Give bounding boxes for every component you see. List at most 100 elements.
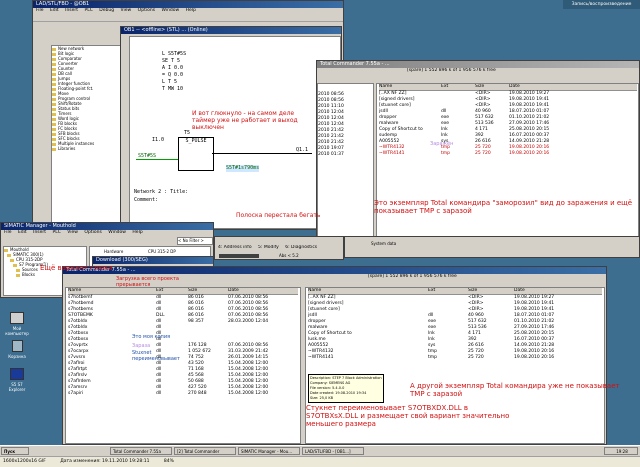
menu-file[interactable]: File [4, 230, 12, 235]
annotation-malware: Зараза [132, 343, 151, 349]
menu-insert[interactable]: Insert [65, 8, 78, 13]
menu-edit[interactable]: Edit [18, 230, 27, 235]
rung-line [212, 153, 312, 154]
tc-top-file-table: Name Ext Size Date [..AX NF ZZ] <DIR> 19.0… [379, 84, 637, 157]
hw-config-strip: 4: Address info 5: Modify 6: Diagnostics… [214, 236, 344, 260]
contact-label: I1.0 [152, 137, 165, 143]
tc-bottom-right-table: Name Ext Size Date [308, 288, 602, 295]
cell-name: ~WTR4141 [308, 355, 334, 360]
menu-plc[interactable]: PLC [84, 8, 92, 13]
clock: 19:28 [604, 447, 638, 455]
status-date: Дата изменения: 19.11.2010 19:28:11 [60, 459, 150, 464]
col-date[interactable]: Date [509, 84, 520, 90]
network-label: Network 2 : Title: [134, 189, 189, 195]
col-date[interactable]: Date [228, 288, 239, 294]
tab-diagnostics[interactable]: 6: Diagnostics [285, 245, 317, 250]
menu-options[interactable]: Options [138, 8, 155, 13]
task-button[interactable]: LAD/STL/FBD - [OB1...] [302, 447, 364, 455]
annotation-renames: Stuxnet переименовывает [132, 350, 180, 362]
menu-plc[interactable]: PLC [52, 230, 60, 235]
comment-label: Comment: [134, 197, 159, 203]
image-viewer-status-bar: 1600x1200x16 GIF Дата изменения: 19.11.2… [0, 456, 640, 467]
s7-icon [10, 368, 24, 380]
menu-view[interactable]: View [121, 8, 132, 13]
task-button[interactable]: SIMATIC Manager - Mou... [238, 447, 300, 455]
tc-top-right-panel: Name Ext Size Date [..AX NF ZZ] <DIR> 19.0… [376, 83, 639, 249]
top-right-label: Запись/воспроизведение [563, 0, 640, 9]
col-ext[interactable]: Ext [441, 84, 448, 90]
total-commander-top: Total Commander 7.55a - ... [spare] 1 55… [316, 60, 640, 250]
lad-stl-titlebar: LAD/STL/FBD - @OB1 [33, 1, 343, 8]
list-item[interactable]: 2010 01:37 [318, 152, 344, 158]
file-tooltip: Description: STEP 7 Block Administration… [308, 374, 384, 403]
desktop-icon-recycle[interactable]: Корзина [3, 340, 31, 366]
menu-edit[interactable]: Edit [50, 8, 59, 13]
menu-view[interactable]: View [67, 230, 78, 235]
table-row[interactable]: s7apiri dll 270 848 15.04.2008 12:00 [68, 391, 298, 397]
stl-code: L S5T#5S SE T 5 A I 0.0 = Q 0.0 L T 5 T … [162, 51, 186, 93]
tc-bottom-left-table: Name Ext Size Date [68, 288, 298, 295]
cell-date: 19.08.2010 20:16 [514, 355, 555, 360]
menu-window[interactable]: Window [161, 8, 179, 13]
stl-editor-titlebar: OB1 -- <offline> (STL) ... (Online) [121, 27, 341, 34]
hw-item[interactable]: CPU 315-2 DP [148, 249, 176, 254]
tc-bottom-right-rows: [..AX NF ZZ] <DIR> 19.08.2010 19:27 [signed… [308, 295, 602, 361]
tree-item[interactable]: Libraries [52, 146, 122, 151]
menu-options[interactable]: Options [84, 230, 101, 235]
menu-help[interactable]: Help [132, 230, 142, 235]
tc-bottom-left-panel: Name Ext Size Date s7hotbemf dll 86 016 07.… [65, 287, 301, 444]
tc-top-drive-info: [spare] 1 552 896 k of 1 956 576 k free [407, 68, 496, 73]
tc-top-titlebar: Total Commander 7.55a - ... [317, 61, 639, 68]
tc-bottom-left-rows: s7hotbemf dll 86 016 07.06.2010 08:56 s7hotb… [68, 295, 298, 397]
table-row[interactable]: ~WTR4141 tmp 25 720 19.08.2010 20:16 [379, 151, 637, 157]
menu-insert[interactable]: Insert [33, 230, 46, 235]
cell-date: 15.04.2008 12:00 [228, 391, 269, 396]
computer-icon [10, 312, 24, 324]
cell-size: 270 848 [188, 391, 207, 396]
annotation-my-copy: Это моя копия [132, 334, 171, 340]
rung-line [136, 159, 178, 160]
menu-file[interactable]: File [36, 8, 44, 13]
annotation-glitch: И вот глюкнуло - на самом деле таймер уж… [192, 110, 298, 131]
lad-stl-toolbar [33, 14, 343, 22]
desktop-icons: Мой компьютер Корзина S5 S7 Explorer [3, 310, 31, 394]
annotation-glitch-variant: Ещё вариант глюка [40, 264, 113, 272]
cell-ext: dll [156, 391, 162, 396]
table-row[interactable]: ~WTR4141 tmp 25 720 19.08.2010 20:16 [308, 355, 602, 361]
col-size[interactable]: Size [188, 288, 197, 294]
annotation-progress-stopped: Полоска перестала бегать [236, 212, 321, 219]
cell-ext: tmp [428, 355, 438, 360]
annotation-stuxnet-rename: Стукнет переименовывает S7OTBXDX.DLL в S… [306, 404, 510, 428]
system-data-label[interactable]: System data [371, 241, 396, 246]
col-name[interactable]: Name [68, 288, 81, 294]
stl-line: T MW 10 [162, 86, 184, 92]
timer-label: T5 [184, 130, 191, 136]
stl-line: SE T 5 [162, 58, 181, 64]
col-size[interactable]: Size [475, 84, 484, 90]
menu-window[interactable]: Window [108, 230, 126, 235]
col-name[interactable]: Name [308, 288, 321, 294]
hw-item[interactable]: Hardware [104, 249, 123, 254]
desktop-icon-computer[interactable]: Мой компьютер [3, 312, 31, 338]
task-button[interactable]: [2] Total Commander [174, 447, 236, 455]
desktop-icon-s7[interactable]: S5 S7 Explorer [3, 368, 31, 394]
menu-help[interactable]: Help [186, 8, 196, 13]
annotation-other-tc: А другой экземпляр Total командира уже н… [410, 382, 620, 398]
simatic-small-menubar: File Edit Insert PLC View Options Window… [1, 230, 213, 236]
simatic-small-titlebar: SIMATIC Manager - Mouthold [1, 223, 213, 230]
tab-modify[interactable]: 5: Modify [258, 245, 279, 250]
col-ext[interactable]: Ext [156, 288, 163, 294]
annotation-download-aborted: Загрузка всего проекта прерывается [116, 276, 179, 288]
tab-address-info[interactable]: 4: Address info [218, 245, 252, 250]
col-date[interactable]: Date [514, 288, 525, 294]
recycle-bin-icon [11, 340, 23, 352]
menu-debug[interactable]: Debug [99, 8, 114, 13]
start-button[interactable]: Пуск [1, 447, 29, 455]
progress-bar [219, 254, 259, 258]
task-button[interactable]: Total Commander 7.55a [110, 447, 172, 455]
col-name[interactable]: Name [379, 84, 392, 90]
filter-select[interactable]: < No Filter > [177, 237, 213, 245]
col-ext[interactable]: Ext [428, 288, 435, 294]
tc-top-left-dates: 2010 08:56 2010 08:56 2010 11:10 2010 12… [318, 92, 344, 158]
col-size[interactable]: Size [468, 288, 477, 294]
